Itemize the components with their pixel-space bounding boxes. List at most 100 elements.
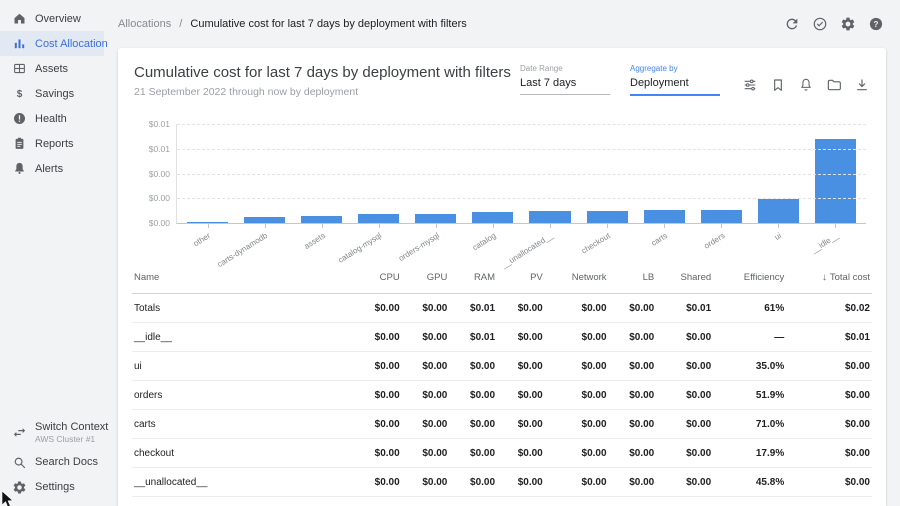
- sidebar-item-savings[interactable]: $Savings: [0, 81, 104, 106]
- row-cell: $0.00: [786, 410, 872, 439]
- column-header-network[interactable]: Network: [545, 262, 609, 294]
- row-cell: $0.00: [402, 410, 450, 439]
- table-row-ui[interactable]: ui$0.00$0.00$0.00$0.00$0.00$0.00$0.0035.…: [132, 352, 872, 381]
- column-header-shared[interactable]: Shared: [656, 262, 713, 294]
- row-cell: $0.00: [497, 410, 545, 439]
- sidebar-item-search-docs[interactable]: Search Docs: [0, 450, 104, 475]
- breadcrumb-separator: /: [179, 18, 182, 30]
- table-row-orders[interactable]: orders$0.00$0.00$0.00$0.00$0.00$0.00$0.0…: [132, 381, 872, 410]
- row-cell: $0.00: [609, 468, 657, 497]
- chart-bar[interactable]: [644, 210, 685, 223]
- breadcrumb-section[interactable]: Allocations: [118, 18, 171, 30]
- chart-bar[interactable]: [587, 211, 628, 223]
- row-cell: —: [713, 323, 786, 352]
- chart-bar[interactable]: [472, 212, 513, 223]
- check-circle-icon-button[interactable]: [812, 16, 828, 32]
- column-header-name[interactable]: Name: [132, 262, 354, 294]
- row-cell: $0.00: [449, 410, 497, 439]
- chart-x-tick: [208, 223, 209, 228]
- table-row-checkout[interactable]: checkout$0.00$0.00$0.00$0.00$0.00$0.00$0…: [132, 439, 872, 468]
- sidebar: OverviewCost Allocation Assets $Savings Hea…: [0, 0, 104, 506]
- aggregate-by-select[interactable]: Aggregate by Deployment: [630, 64, 720, 96]
- download-icon-button[interactable]: [854, 77, 870, 93]
- row-cell: $0.00: [545, 323, 609, 352]
- table-row-unallocated[interactable]: __unallocated__$0.00$0.00$0.00$0.00$0.00…: [132, 468, 872, 497]
- table-row-totals[interactable]: Totals$0.00$0.00$0.01$0.00$0.00$0.00$0.0…: [132, 294, 872, 323]
- sidebar-item-cost-allocation[interactable]: Cost Allocation: [0, 31, 104, 56]
- chart-gridline: [177, 198, 866, 199]
- sidebar-item-label: Assets: [35, 63, 68, 75]
- row-cell: $0.00: [449, 439, 497, 468]
- row-cell: $0.00: [545, 497, 609, 506]
- sidebar-item-sublabel: AWS Cluster #1: [35, 434, 108, 445]
- row-cell: 51.9%: [713, 381, 786, 410]
- chart-bar[interactable]: [815, 139, 856, 223]
- cost-bar-chart: othercarts-dynamodbassetscatalog-mysqlor…: [176, 124, 866, 260]
- sidebar-item-health[interactable]: Health: [0, 106, 104, 131]
- bell-filled-icon: [12, 161, 27, 176]
- tune-icon-button[interactable]: [742, 77, 758, 93]
- column-header-ram[interactable]: RAM: [449, 262, 497, 294]
- date-range-select[interactable]: Date Range Last 7 days: [520, 64, 610, 95]
- row-cell: $0.00: [786, 468, 872, 497]
- row-cell: $0.00: [449, 468, 497, 497]
- report-card: Cumulative cost for last 7 days by deplo…: [118, 48, 886, 506]
- sidebar-item-reports[interactable]: Reports: [0, 131, 104, 156]
- bell-outline-icon-button[interactable]: [798, 77, 814, 93]
- column-header-efficiency[interactable]: Efficiency: [713, 262, 786, 294]
- folder-icon-button[interactable]: [826, 77, 842, 93]
- chart-x-tick: [493, 223, 494, 228]
- bar-chart-icon: [12, 36, 27, 51]
- topbar-icons: ?: [784, 16, 884, 32]
- chart-bar[interactable]: [701, 210, 742, 223]
- row-cell: $0.00: [402, 352, 450, 381]
- row-cell: $0.00: [497, 294, 545, 323]
- bookmark-icon-button[interactable]: [770, 77, 786, 93]
- row-cell: $0.00: [449, 352, 497, 381]
- row-cell: $0.00: [545, 410, 609, 439]
- sidebar-item-assets[interactable]: Assets: [0, 56, 104, 81]
- row-cell: $0.00: [609, 439, 657, 468]
- sidebar-item-label: Settings: [35, 481, 75, 495]
- sidebar-item-label: Savings: [35, 88, 74, 100]
- refresh-icon-button[interactable]: [784, 16, 800, 32]
- column-header-cpu[interactable]: CPU: [354, 262, 402, 294]
- chart-bar[interactable]: [529, 211, 570, 223]
- column-header-lb[interactable]: LB: [609, 262, 657, 294]
- health-icon: [12, 111, 27, 126]
- sidebar-item-switch-context[interactable]: Switch ContextAWS Cluster #1: [0, 416, 104, 450]
- sidebar-item-label: Switch Context: [35, 421, 108, 435]
- sidebar-item-settings[interactable]: Settings: [0, 475, 104, 500]
- row-cell: $0.01: [656, 294, 713, 323]
- row-cell: $0.02: [786, 294, 872, 323]
- search-icon: [12, 455, 27, 470]
- column-header-total-cost[interactable]: ↓Total cost: [786, 262, 872, 294]
- column-header-gpu[interactable]: GPU: [402, 262, 450, 294]
- tune-icon: [742, 77, 758, 93]
- sidebar-item-label: Health: [35, 113, 67, 125]
- sidebar-item-alerts[interactable]: Alerts: [0, 156, 104, 181]
- sidebar-item-label: Search Docs: [35, 456, 98, 470]
- row-cell: $0.00: [609, 410, 657, 439]
- svg-text:?: ?: [874, 20, 879, 29]
- sidebar-item-overview[interactable]: Overview: [0, 6, 104, 31]
- chart-x-tick: [835, 223, 836, 228]
- report-header: Cumulative cost for last 7 days by deplo…: [132, 62, 872, 98]
- clipboard-icon: [12, 136, 27, 151]
- row-cell: 6.1%: [713, 497, 786, 506]
- bookmark-icon: [770, 77, 786, 93]
- gear-icon-button[interactable]: [840, 16, 856, 32]
- chart-bar[interactable]: [758, 199, 799, 223]
- bell-outline-icon: [798, 77, 814, 93]
- row-cell: $0.00: [497, 439, 545, 468]
- chart-bar[interactable]: [301, 216, 342, 223]
- table-row-carts[interactable]: carts$0.00$0.00$0.00$0.00$0.00$0.00$0.00…: [132, 410, 872, 439]
- chart-y-tick-label: $0.00: [149, 169, 170, 179]
- table-row-idle[interactable]: __idle__$0.00$0.00$0.01$0.00$0.00$0.00$0…: [132, 323, 872, 352]
- chart-bar[interactable]: [415, 214, 456, 223]
- help-icon-button[interactable]: ?: [868, 16, 884, 32]
- table-row-catalog[interactable]: catalog$0.00$0.00$0.00$0.00$0.00$0.00$0.…: [132, 497, 872, 506]
- chart-bar[interactable]: [358, 214, 399, 223]
- row-cell: $0.00: [354, 439, 402, 468]
- row-cell: $0.00: [545, 439, 609, 468]
